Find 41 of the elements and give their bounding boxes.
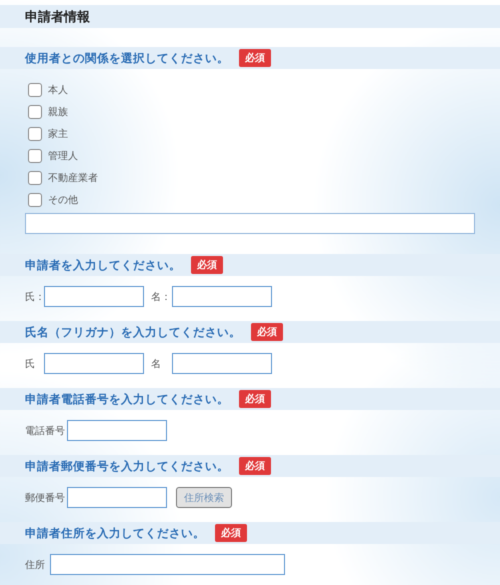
checkbox[interactable] — [28, 127, 42, 141]
input-field[interactable] — [50, 554, 285, 575]
option-label: 親族 — [48, 106, 68, 119]
field-label: 電話番号 — [25, 424, 66, 438]
input-field[interactable] — [67, 420, 167, 441]
checkbox[interactable] — [28, 149, 42, 163]
question-text: 申請者電話番号を入力してください。 — [25, 392, 229, 406]
checkbox[interactable] — [28, 83, 42, 97]
other-text-field[interactable] — [25, 213, 475, 234]
required-badge: 必須 — [239, 457, 271, 475]
question-text: 使用者との関係を選択してください。 — [25, 50, 229, 66]
input-field[interactable] — [44, 286, 144, 307]
question-text: 申請者郵便番号を入力してください。 — [25, 458, 229, 474]
required-badge: 必須 — [215, 524, 247, 542]
option-label: 本人 — [48, 84, 68, 97]
input-field[interactable] — [67, 487, 167, 508]
field-label: 氏 — [25, 358, 36, 370]
question-text: 申請者住所を入力してください。 — [25, 526, 205, 540]
option-label: 家主 — [48, 128, 68, 141]
input-field[interactable] — [172, 286, 272, 307]
field-label: 名： — [151, 290, 172, 304]
input-field[interactable] — [44, 353, 144, 374]
field-label: 名 — [151, 358, 162, 370]
input-field[interactable] — [172, 353, 272, 374]
question-text: 申請者を入力してください。 — [25, 258, 181, 272]
field-label: 住所 — [25, 558, 46, 572]
option-label: 管理人 — [48, 150, 78, 163]
option-label: 不動産業者 — [48, 172, 98, 185]
checkbox[interactable] — [28, 193, 42, 207]
address-search-button[interactable]: 住所検索 — [176, 487, 232, 508]
required-badge: 必須 — [239, 390, 271, 408]
required-badge: 必須 — [239, 49, 271, 67]
required-badge: 必須 — [191, 256, 223, 274]
page-title: 申請者情報 — [25, 8, 90, 26]
required-badge: 必須 — [251, 323, 283, 341]
checkbox[interactable] — [28, 105, 42, 119]
option-label: その他 — [48, 194, 78, 207]
field-label: 郵便番号 — [25, 492, 66, 504]
question-text: 氏名（フリガナ）を入力してください。 — [25, 324, 241, 340]
field-label: 氏： — [25, 290, 44, 304]
checkbox[interactable] — [28, 171, 42, 185]
